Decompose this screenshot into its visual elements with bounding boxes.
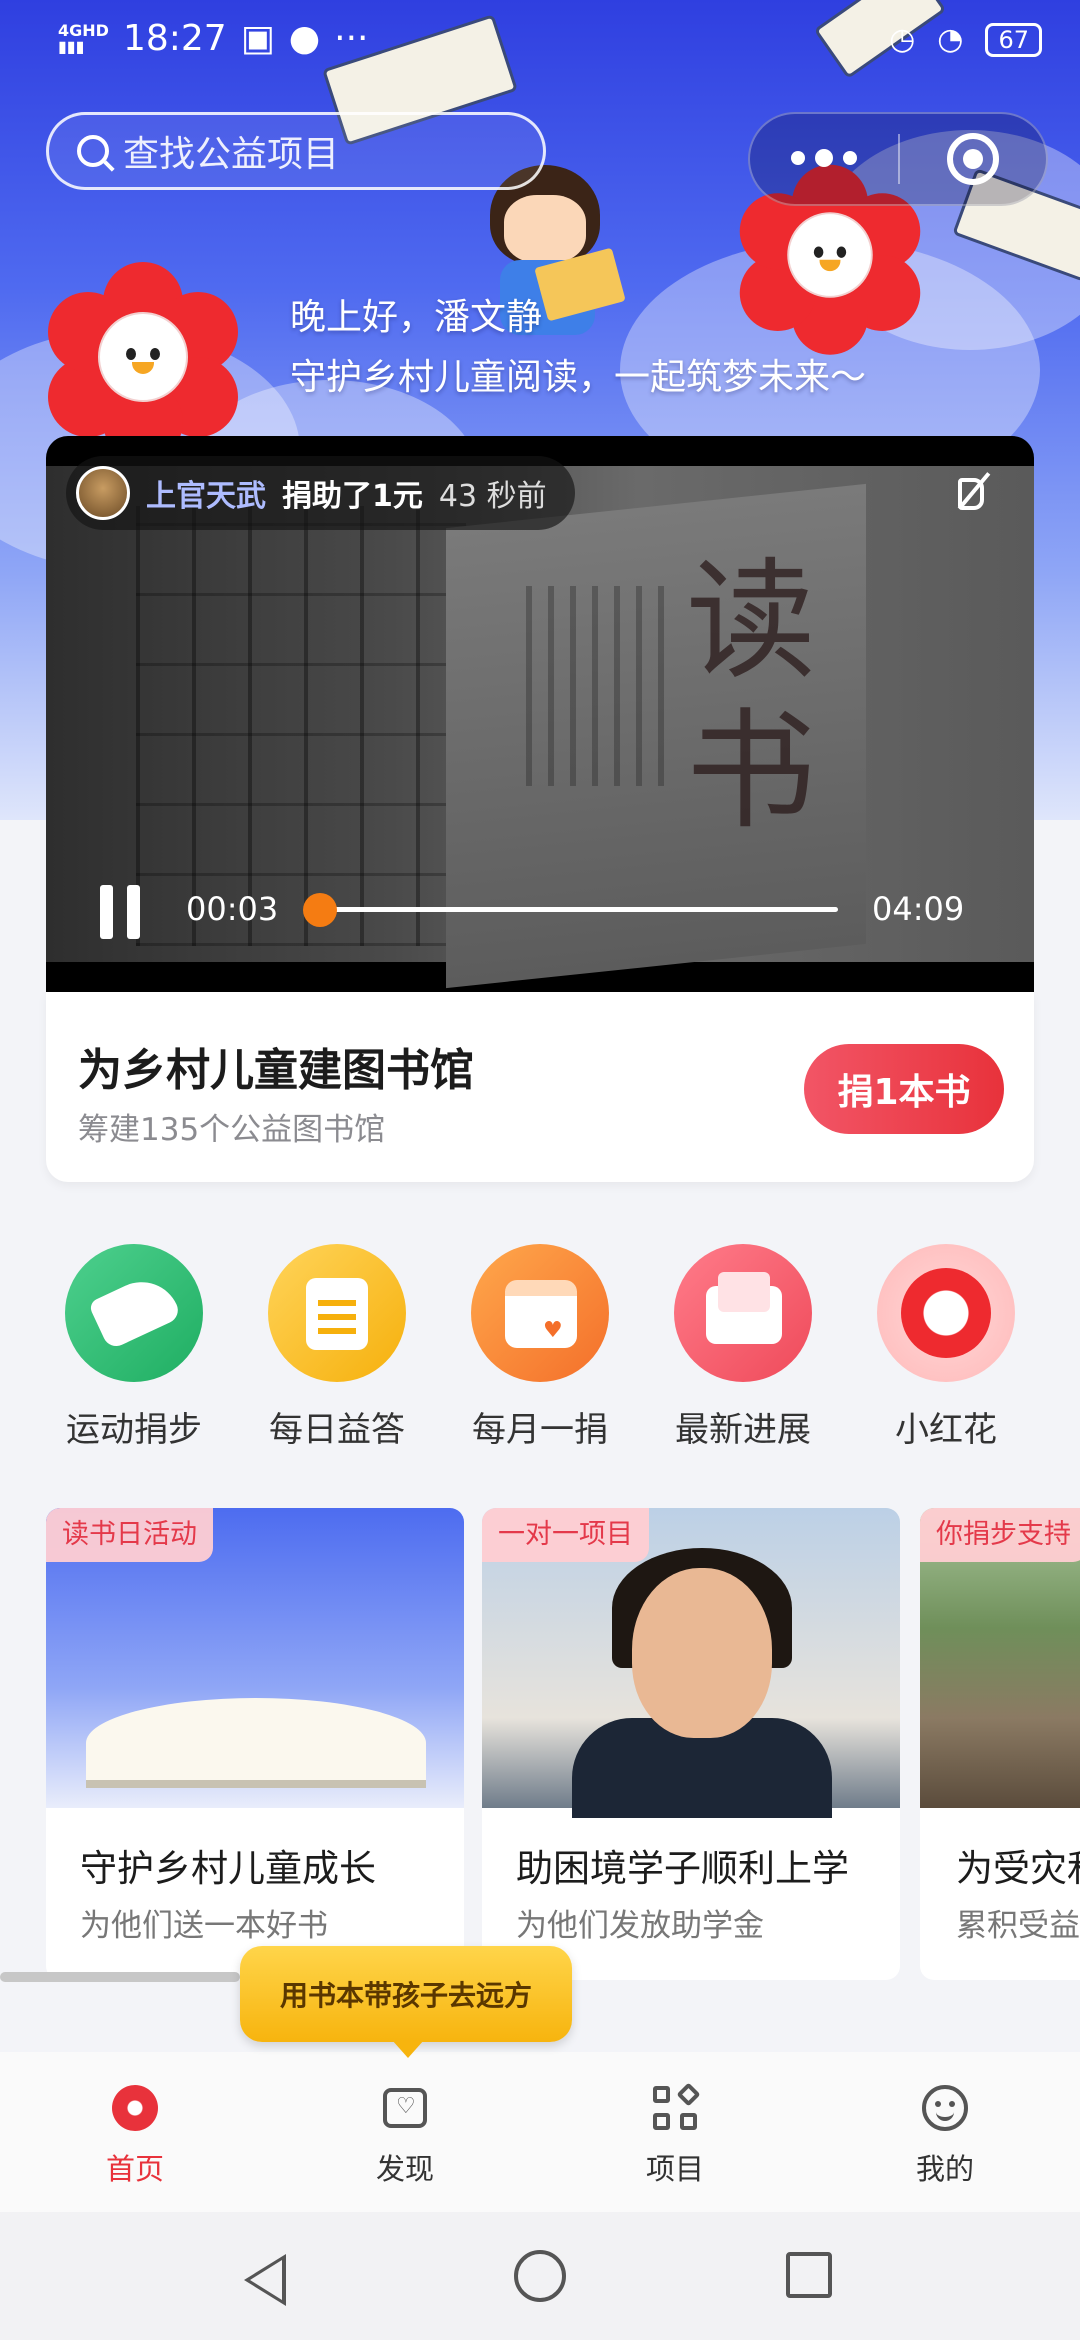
donation-ticker: 上官天武 捐助了1元 43 秒前: [66, 456, 575, 530]
mute-icon[interactable]: [954, 470, 994, 510]
miniapp-capsule: [748, 112, 1048, 206]
red-flower-mascot-left: [48, 262, 238, 462]
project-title: 为受灾和: [956, 1847, 1080, 1890]
shortcut-monthly-donation[interactable]: 每月一捐: [450, 1244, 630, 1451]
discover-icon: [383, 2088, 427, 2128]
tooltip-bubble[interactable]: 用书本带孩子去远方: [240, 1946, 572, 2058]
home-flower-icon: [112, 2085, 158, 2131]
tab-label: 我的: [915, 2152, 974, 2186]
project-tag: 你捐步支持: [920, 1508, 1080, 1562]
donor-name: 上官天武: [146, 479, 266, 514]
search-icon: [77, 135, 109, 167]
back-icon[interactable]: [244, 2254, 286, 2306]
search-placeholder: 查找公益项目: [123, 134, 340, 175]
signal-icon: 4GHD ▮▮▮: [58, 20, 109, 56]
shortcut-step-donation[interactable]: 运动捐步: [44, 1244, 224, 1451]
project-card-student-aid[interactable]: 一对一项目 助困境学子顺利上学 为他们发放助学金: [482, 1508, 900, 1980]
greeting-slogan: 守护乡村儿童阅读，一起筑梦未来～: [290, 357, 867, 398]
greeting-name: 晚上好，潘文静: [290, 297, 543, 338]
status-bar: 4GHD ▮▮▮ 18:27 ▣ ● ··· ◷ ◔ 67: [0, 0, 1080, 84]
message-icon: ▣: [240, 18, 275, 59]
tab-label: 发现: [375, 2152, 434, 2186]
calendar-icon: [505, 1280, 577, 1348]
current-time: 00:03: [186, 890, 279, 928]
project-subtitle: 为他们发放助学金: [516, 1908, 764, 1944]
shortcut-daily-quiz[interactable]: 每日益答: [247, 1244, 427, 1451]
project-subtitle: 累积受益: [956, 1908, 1080, 1944]
total-time: 04:09: [872, 890, 965, 928]
horizontal-scroll-indicator: [0, 1972, 240, 1982]
shortcut-label: 最新进展: [675, 1410, 811, 1450]
target-icon: [946, 133, 999, 185]
clock: 18:27: [122, 18, 227, 59]
project-card-reading[interactable]: 读书日活动 守护乡村儿童成长 为他们送一本好书: [46, 1508, 464, 1980]
donate-book-button[interactable]: 捐1本书: [804, 1044, 1004, 1134]
profile-smile-icon: [922, 2085, 968, 2131]
tab-label: 项目: [645, 2152, 704, 2186]
inbox-icon: [706, 1272, 782, 1344]
shortcut-latest-progress[interactable]: 最新进展: [653, 1244, 833, 1451]
tab-label: 首页: [105, 2152, 164, 2186]
shortcut-label: 小红花: [895, 1410, 997, 1450]
shortcut-label: 每月一捐: [472, 1410, 608, 1450]
shortcut-label: 运动捐步: [66, 1410, 202, 1450]
pause-button[interactable]: [100, 885, 140, 939]
progress-track[interactable]: [314, 907, 838, 912]
tab-profile[interactable]: 我的: [845, 2082, 1045, 2188]
project-subtitle: 为他们送一本好书: [80, 1908, 328, 1944]
project-title: 助困境学子顺利上学: [516, 1847, 849, 1890]
projects-grid-icon: [653, 2082, 701, 2130]
donor-time: 43 秒前: [438, 479, 547, 514]
project-tag: 读书日活动: [46, 1508, 213, 1562]
search-bar[interactable]: 查找公益项目: [46, 112, 546, 190]
project-card-disaster-relief[interactable]: 你捐步支持 为受灾和 累积受益: [920, 1508, 1080, 1980]
donor-avatar: [76, 466, 130, 520]
tab-projects[interactable]: 项目: [575, 2082, 775, 2188]
alarm-icon: ◷: [889, 22, 916, 57]
red-flower-icon: [901, 1268, 991, 1358]
campaign-card[interactable]: 为乡村儿童建图书馆 筹建135个公益图书馆 捐1本书: [46, 992, 1034, 1182]
video-frame: 读书: [46, 466, 1034, 989]
wifi-icon: ◔: [937, 22, 964, 57]
campaign-subtitle: 筹建135个公益图书馆: [78, 1112, 386, 1148]
tab-home[interactable]: 首页: [35, 2082, 235, 2188]
more-options-button[interactable]: [750, 149, 898, 167]
campaign-title: 为乡村儿童建图书馆: [78, 1045, 474, 1096]
shortcut-label: 每日益答: [269, 1410, 405, 1450]
quiz-icon: [306, 1278, 368, 1350]
tab-discover[interactable]: 发现: [305, 2082, 505, 2188]
chat-icon: ●: [288, 18, 321, 59]
bottom-tab-bar: 首页 发现 项目 我的: [0, 2052, 1080, 2212]
system-navigation-bar: [0, 2212, 1080, 2340]
project-title: 守护乡村儿童成长: [80, 1847, 376, 1890]
shortcut-red-flower[interactable]: 小红花: [856, 1244, 1036, 1451]
recent-apps-icon[interactable]: [786, 2252, 832, 2298]
project-tag: 一对一项目: [482, 1508, 649, 1562]
donor-action: 捐助了1元: [282, 479, 423, 514]
close-miniapp-button[interactable]: [900, 133, 1046, 185]
shoe-icon: [87, 1269, 183, 1351]
battery-indicator: 67: [985, 22, 1042, 57]
more-notifications-icon: ···: [334, 18, 369, 59]
greeting: 晚上好，潘文静 守护乡村儿童阅读，一起筑梦未来～: [290, 288, 866, 408]
home-icon[interactable]: [514, 2250, 566, 2302]
